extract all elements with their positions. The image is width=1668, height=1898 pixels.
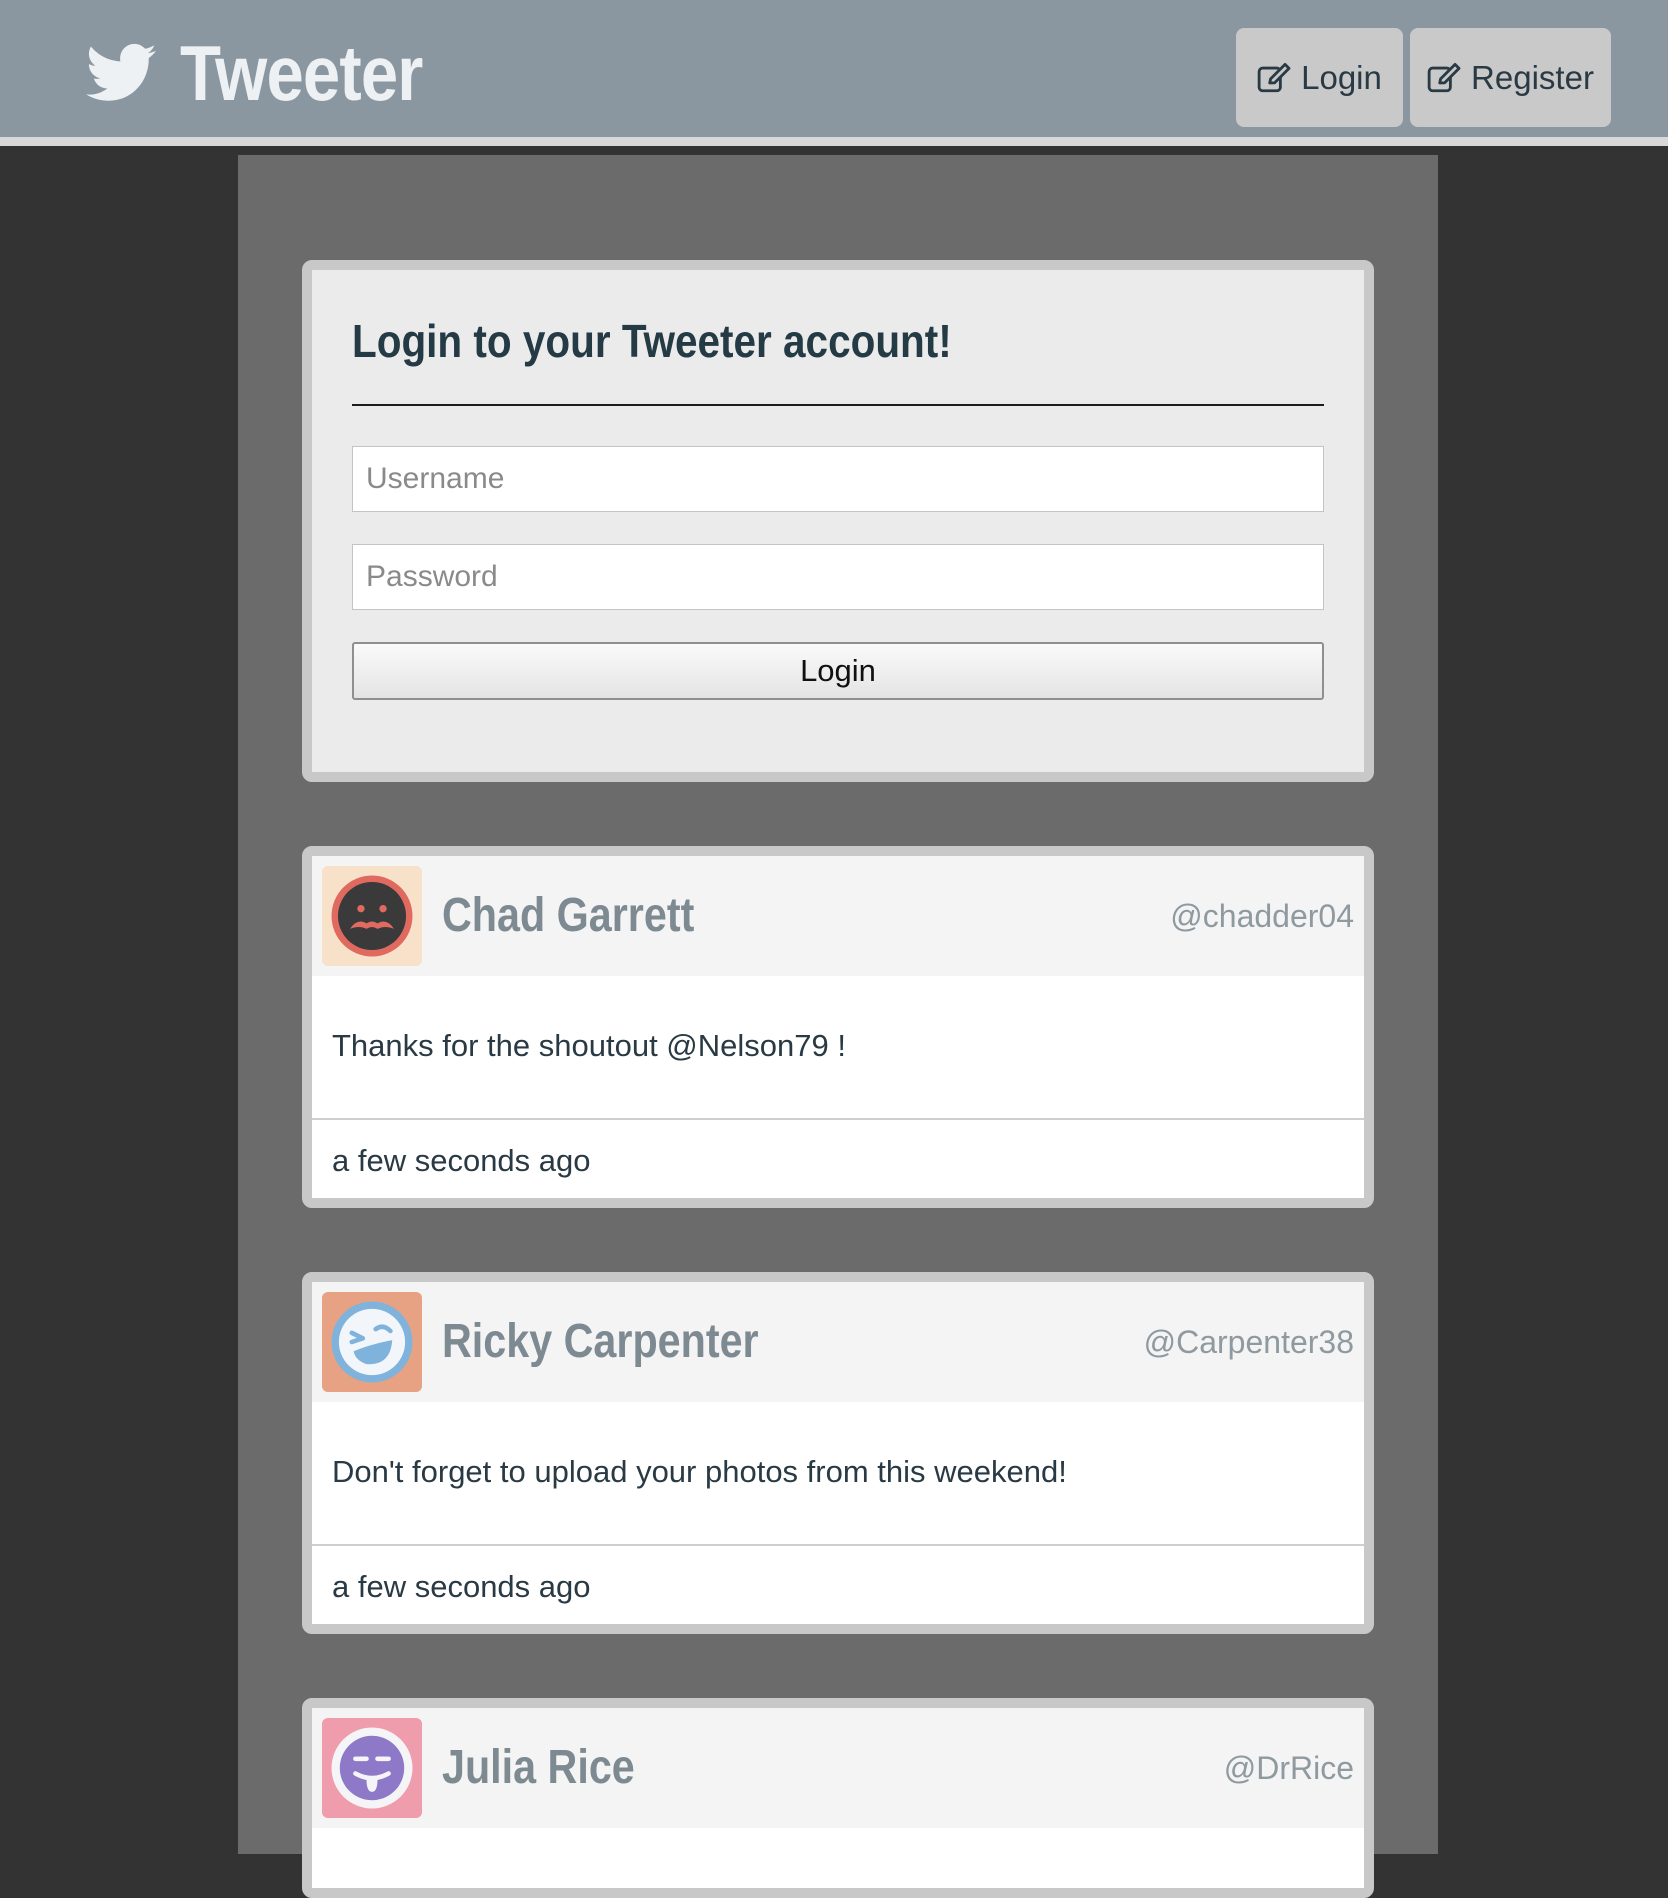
- username-input[interactable]: [352, 446, 1324, 512]
- divider: [352, 404, 1324, 406]
- avatar[interactable]: [322, 866, 422, 966]
- tongue-out-face-icon: [331, 1727, 413, 1809]
- tweet-author-name[interactable]: Chad Garrett: [442, 888, 694, 943]
- twitter-bird-icon: [86, 43, 156, 103]
- tweet-text: Thanks for the shoutout @Nelson79 !: [332, 1028, 846, 1063]
- tweet-author-name[interactable]: Julia Rice: [442, 1740, 635, 1795]
- login-title: Login to your Tweeter account!: [352, 315, 952, 367]
- edit-icon: [1427, 62, 1461, 92]
- brand[interactable]: Tweeter: [86, 28, 462, 118]
- brand-title: Tweeter: [180, 28, 423, 117]
- tweet-author-handle[interactable]: @DrRice: [1224, 1750, 1354, 1787]
- tweet-author-handle[interactable]: @chadder04: [1170, 898, 1354, 935]
- edit-icon: [1257, 62, 1291, 92]
- password-input[interactable]: [352, 544, 1324, 610]
- tweet-text: Don't forget to upload your photos from …: [332, 1454, 1067, 1489]
- tweet-card: Chad Garrett @chadder04 Thanks for the s…: [302, 846, 1374, 1208]
- nav-login-label: Login: [1301, 58, 1382, 96]
- tweet-header: Chad Garrett @chadder04: [312, 856, 1364, 976]
- tweet-header: Julia Rice @DrRice: [312, 1708, 1364, 1828]
- divider: [312, 1118, 1364, 1120]
- nav-register-label: Register: [1471, 58, 1594, 96]
- divider: [312, 1544, 1364, 1546]
- tweet-author-name[interactable]: Ricky Carpenter: [442, 1314, 759, 1369]
- top-navbar: Tweeter Login Register: [0, 0, 1668, 146]
- tweet-timestamp: a few seconds ago: [332, 1569, 591, 1604]
- tweet-timestamp: a few seconds ago: [332, 1143, 591, 1178]
- avatar[interactable]: [322, 1718, 422, 1818]
- tweet-card: Julia Rice @DrRice: [302, 1698, 1374, 1898]
- nav-register-button[interactable]: Register: [1410, 28, 1611, 127]
- mustache-face-icon: [331, 875, 413, 957]
- tweet-header: Ricky Carpenter @Carpenter38: [312, 1282, 1364, 1402]
- tweet-author-handle[interactable]: @Carpenter38: [1144, 1324, 1354, 1361]
- tweet-card: Ricky Carpenter @Carpenter38 Don't forge…: [302, 1272, 1374, 1634]
- nav-login-button[interactable]: Login: [1236, 28, 1403, 127]
- avatar[interactable]: [322, 1292, 422, 1392]
- login-submit-button[interactable]: Login: [352, 642, 1324, 700]
- login-card: Login to your Tweeter account! Login: [302, 260, 1374, 782]
- laughing-face-icon: [331, 1301, 413, 1383]
